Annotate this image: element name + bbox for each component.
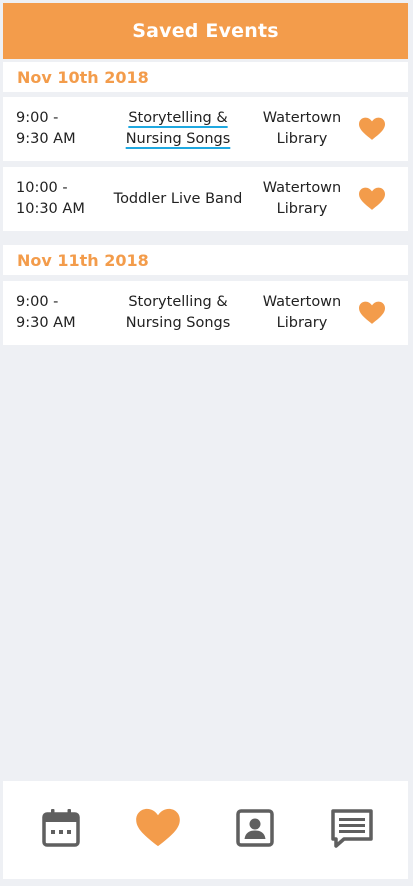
calendar-icon [42,809,80,847]
heart-icon[interactable] [359,187,385,211]
event-row[interactable]: 10:00 - 10:30 AM Toddler Live Band Water… [3,167,408,231]
chat-icon [331,809,373,848]
event-title-cell: Storytelling & Nursing Songs [103,97,253,161]
event-row[interactable]: 9:00 - 9:30 AM Storytelling & Nursing So… [3,281,408,345]
event-title-cell: Storytelling & Nursing Songs [103,281,253,345]
event-title: Storytelling & Nursing Songs [125,110,231,147]
event-time: 9:00 - 9:30 AM [16,110,76,147]
bottom-nav [3,781,408,879]
heart-icon[interactable] [359,301,385,325]
date-header: Nov 11th 2018 [3,245,408,275]
event-location: Watertown Library [262,294,342,331]
event-time: 9:00 - 9:30 AM [16,294,76,331]
app-header: Saved Events [3,3,408,59]
heart-icon[interactable] [359,117,385,141]
page-title: Saved Events [132,20,279,42]
empty-content-area [3,350,408,778]
event-title: Toddler Live Band [113,190,243,207]
event-location: Watertown Library [262,180,342,217]
event-time: 10:00 - 10:30 AM [16,180,85,217]
nav-messages[interactable] [327,803,377,853]
nav-contact[interactable] [230,803,280,853]
nav-calendar[interactable] [36,803,86,853]
event-location: Watertown Library [262,110,342,147]
saved-events-screen: Saved Events Nov 10th 2018 9:00 - 9:30 A… [0,0,413,886]
date-header: Nov 10th 2018 [3,62,408,92]
event-title: Storytelling & Nursing Songs [125,294,231,331]
contact-card-icon [236,809,274,847]
nav-saved[interactable] [133,803,183,853]
event-row[interactable]: 9:00 - 9:30 AM Storytelling & Nursing So… [3,97,408,161]
event-title-cell: Toddler Live Band [103,167,253,231]
heart-icon [136,808,180,847]
